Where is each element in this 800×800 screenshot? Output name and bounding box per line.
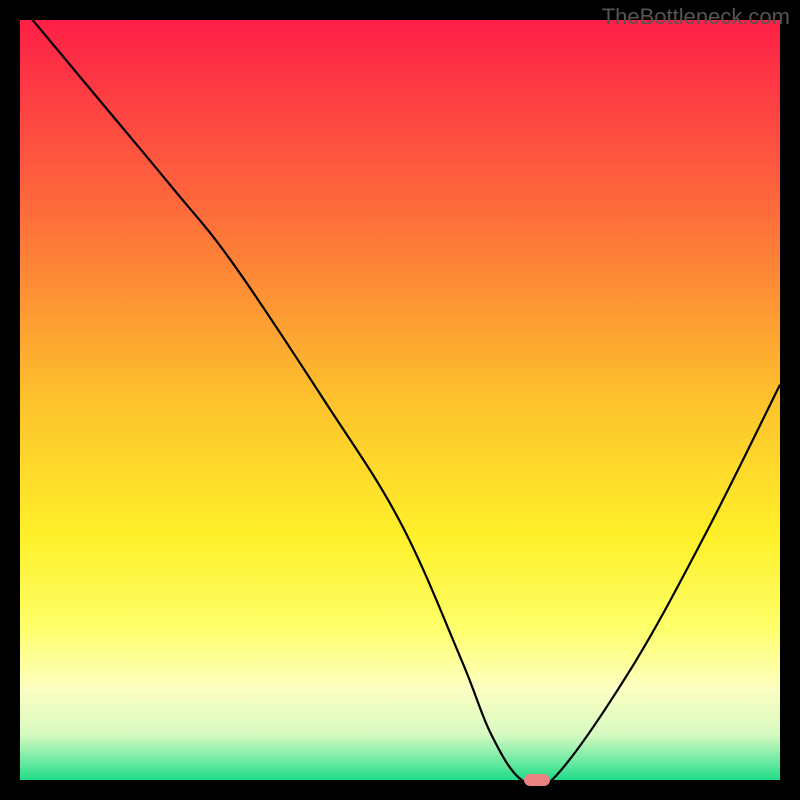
optimal-point-marker <box>524 774 550 786</box>
plot-area <box>20 20 780 780</box>
watermark-text: TheBottleneck.com <box>602 4 790 30</box>
gradient-background <box>20 20 780 780</box>
chart-svg <box>20 20 780 780</box>
